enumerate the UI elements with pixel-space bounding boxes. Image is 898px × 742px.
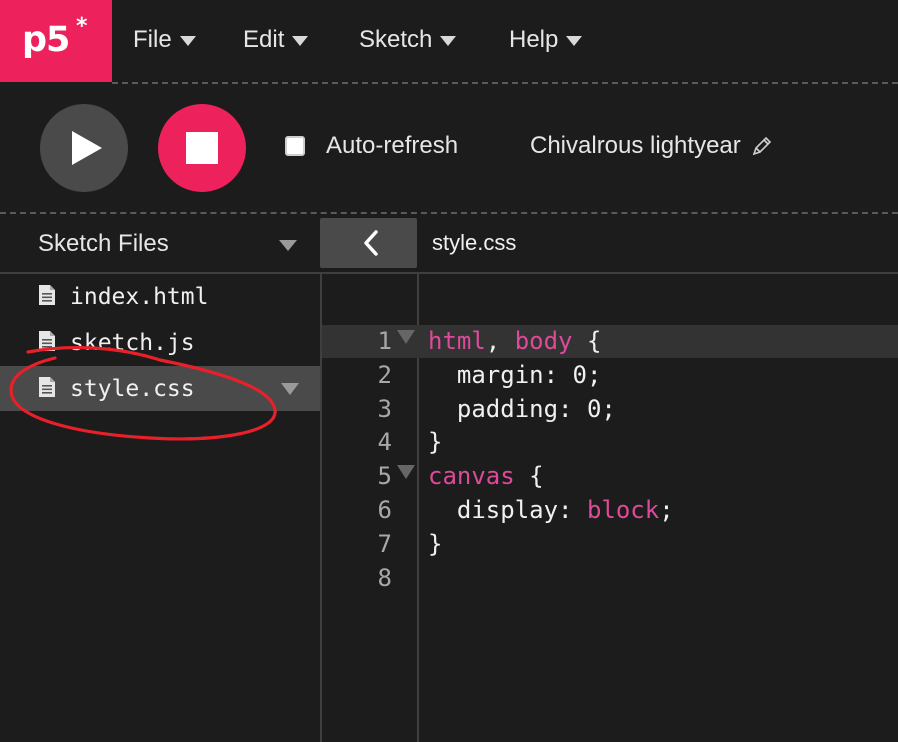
file-icon xyxy=(39,331,55,351)
file-icon xyxy=(39,285,55,305)
chevron-left-icon xyxy=(364,230,378,256)
line-number: 4 xyxy=(377,428,392,457)
code-line[interactable]: 3 padding: 0; xyxy=(322,393,898,427)
file-item-index-html[interactable]: index.html xyxy=(0,274,320,319)
sketch-files-header: Sketch Files xyxy=(0,216,320,272)
code-text: canvas { xyxy=(428,462,544,490)
code-token: , xyxy=(485,327,515,355)
stop-button[interactable] xyxy=(158,104,246,192)
code-text: display: block; xyxy=(428,496,674,524)
code-token: } xyxy=(428,529,443,558)
sketch-files-title: Sketch Files xyxy=(38,230,169,257)
menu-bar: p5 * File Edit Sketch Help xyxy=(0,0,898,82)
code-text: } xyxy=(428,428,442,456)
editor-filename: style.css xyxy=(432,230,517,255)
fold-arrow-icon[interactable] xyxy=(397,465,415,480)
chevron-down-icon xyxy=(179,36,196,46)
line-number: 7 xyxy=(377,529,392,558)
menu-file-label: File xyxy=(133,26,172,53)
file-name: sketch.js xyxy=(70,330,195,356)
line-number: 8 xyxy=(377,563,392,592)
stop-icon xyxy=(186,132,218,164)
code-token: { xyxy=(572,327,602,355)
menu-help[interactable]: Help xyxy=(509,26,583,54)
code-token: } xyxy=(428,428,443,457)
code-line[interactable]: 5 canvas { xyxy=(322,460,898,494)
code-token: ; xyxy=(659,496,674,524)
code-keyword: body xyxy=(514,327,573,355)
chevron-down-icon[interactable] xyxy=(279,240,297,251)
play-icon xyxy=(72,131,102,165)
file-icon xyxy=(39,377,55,397)
line-number: 5 xyxy=(377,462,392,491)
line-number: 1 xyxy=(377,327,392,355)
code-text: html, body { xyxy=(428,327,601,355)
line-number: 6 xyxy=(377,496,392,524)
pencil-icon[interactable] xyxy=(751,135,773,157)
code-line[interactable]: 7} xyxy=(322,528,898,562)
code-text: padding: 0; xyxy=(428,395,616,423)
p5-logo[interactable]: p5 * xyxy=(0,0,112,82)
collapse-sidebar-button[interactable] xyxy=(320,218,417,268)
code-line[interactable]: 8 xyxy=(322,562,898,596)
play-button[interactable] xyxy=(40,104,128,192)
code-token: display: xyxy=(428,496,587,524)
sketch-name[interactable]: Chivalrous lightyear xyxy=(530,132,773,160)
menu-sketch[interactable]: Sketch xyxy=(359,26,457,54)
chevron-down-icon xyxy=(292,36,309,46)
autorefresh-label: Auto-refresh xyxy=(326,132,459,159)
code-line[interactable]: 2 margin: 0; xyxy=(322,359,898,393)
code-line[interactable]: 4} xyxy=(322,426,898,460)
file-options-icon[interactable] xyxy=(281,383,299,395)
file-name: index.html xyxy=(70,284,209,310)
code-token: { xyxy=(514,462,544,491)
code-text: margin: 0; xyxy=(428,360,602,389)
toolbar: Auto-refresh Chivalrous lightyear xyxy=(0,84,898,212)
chevron-down-icon xyxy=(566,36,583,46)
logo-text: p5 xyxy=(22,20,70,60)
sketch-name-label: Chivalrous lightyear xyxy=(530,132,741,159)
code-keyword: block xyxy=(586,496,660,524)
logo-star: * xyxy=(76,14,88,39)
toolbar-divider xyxy=(0,212,898,214)
menu-help-label: Help xyxy=(509,26,559,53)
menu-edit[interactable]: Edit xyxy=(243,26,309,54)
code-line[interactable]: 1 html, body { xyxy=(322,325,898,359)
line-number: 3 xyxy=(377,394,392,423)
menu-file[interactable]: File xyxy=(133,26,196,54)
chevron-down-icon xyxy=(440,36,457,46)
menu-sketch-label: Sketch xyxy=(359,26,433,53)
file-item-sketch-js[interactable]: sketch.js xyxy=(0,320,320,365)
code-line[interactable]: 6 display: block; xyxy=(322,494,898,528)
code-text: } xyxy=(428,530,442,558)
file-sidebar: index.html sketch.js style.css xyxy=(0,274,320,742)
code-token: padding: 0; xyxy=(428,394,616,423)
line-number: 2 xyxy=(377,360,392,389)
code-token: margin: 0; xyxy=(428,360,602,389)
autorefresh-checkbox[interactable] xyxy=(285,136,305,156)
file-item-style-css[interactable]: style.css xyxy=(0,366,320,411)
fold-arrow-icon[interactable] xyxy=(397,330,415,344)
file-name: style.css xyxy=(70,376,195,402)
menu-edit-label: Edit xyxy=(243,26,285,53)
code-keyword: html xyxy=(428,327,486,355)
code-keyword: canvas xyxy=(428,462,515,491)
